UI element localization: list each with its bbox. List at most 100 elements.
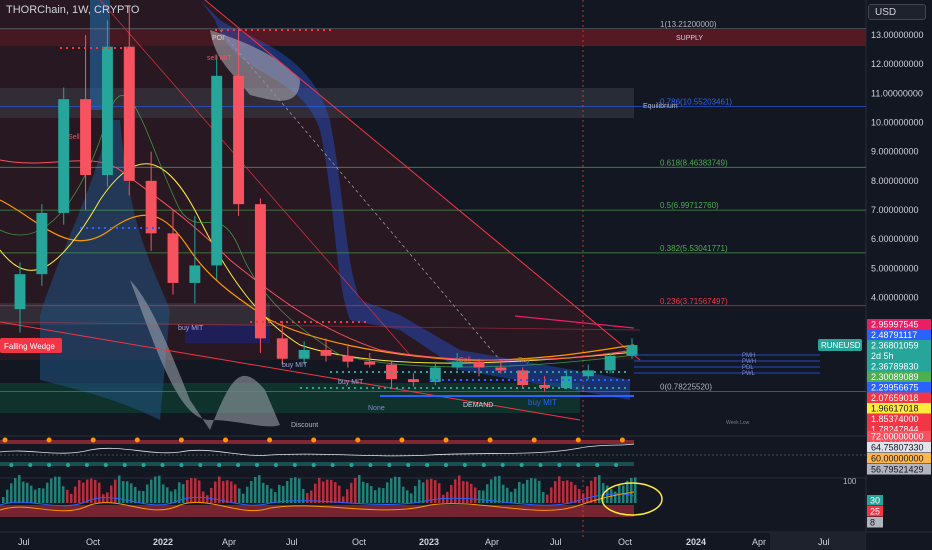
fib-level-label: 1(13.21200000) bbox=[660, 20, 717, 29]
histogram-bar bbox=[282, 485, 285, 503]
buy-mit-label: buy MIT bbox=[528, 398, 557, 407]
pane1-dot-green bbox=[28, 463, 33, 467]
candle-body bbox=[626, 345, 638, 356]
histogram-bar bbox=[414, 486, 417, 503]
histogram-bar bbox=[130, 483, 133, 503]
pane1-dot-green bbox=[519, 463, 524, 467]
pane1-dot-orange bbox=[531, 437, 537, 443]
pane1-dot-green bbox=[330, 463, 335, 467]
histogram-bar bbox=[82, 482, 85, 503]
price-badge-label: 2.36789830 bbox=[871, 362, 919, 372]
histogram-bar bbox=[534, 478, 537, 503]
histogram-bar bbox=[154, 476, 157, 503]
indicator-badge-label: 72.00000000 bbox=[871, 432, 924, 442]
histogram-bar bbox=[138, 490, 141, 503]
histogram-bar bbox=[590, 480, 593, 503]
pane1-dot-green bbox=[141, 463, 146, 467]
histogram-bar bbox=[174, 489, 177, 503]
candle-body bbox=[123, 46, 135, 181]
histogram-bar bbox=[450, 484, 453, 503]
histogram-bar bbox=[506, 487, 509, 503]
price-tick-label: 4.00000000 bbox=[871, 293, 919, 303]
trading-chart[interactable]: 1(13.21200000)0.786(10.55203461)0.618(8.… bbox=[0, 0, 932, 550]
histogram-bar bbox=[558, 476, 561, 503]
pane1-dot-green bbox=[500, 463, 505, 467]
price-tick-label: 11.00000000 bbox=[871, 88, 923, 98]
demand-label: DEMAND bbox=[463, 402, 493, 409]
histogram-bar bbox=[70, 493, 73, 503]
currency-button[interactable]: USD bbox=[868, 4, 926, 20]
candle-body bbox=[167, 233, 179, 283]
pane1-dot-orange bbox=[575, 437, 581, 443]
histogram-bar bbox=[570, 481, 573, 503]
candle-body bbox=[604, 355, 616, 371]
histogram-bar bbox=[458, 475, 461, 503]
symbol-badge-label: RUNEUSD bbox=[821, 341, 861, 350]
histogram-bar bbox=[346, 489, 349, 503]
pane1-dot-green bbox=[179, 463, 184, 467]
candle-body bbox=[80, 99, 92, 175]
pane1-dot-orange bbox=[267, 437, 273, 443]
histogram-bar bbox=[438, 483, 441, 503]
histogram-bar bbox=[426, 479, 429, 503]
time-tick-label: 2023 bbox=[419, 537, 439, 547]
histogram-bar bbox=[250, 480, 253, 503]
price-tick-label: 8.00000000 bbox=[871, 176, 919, 186]
price-badge-label: 1.96617018 bbox=[871, 404, 919, 414]
histogram-bar bbox=[594, 476, 597, 503]
histogram-bar bbox=[58, 476, 61, 503]
pane1-dot-green bbox=[122, 463, 127, 467]
time-tick-label: Jul bbox=[818, 537, 830, 547]
histogram-bar bbox=[38, 488, 41, 503]
histogram-bar bbox=[206, 495, 209, 503]
histogram-bar bbox=[142, 491, 145, 503]
pane1-dot-green bbox=[425, 463, 430, 467]
pane1-dot-green bbox=[292, 463, 297, 467]
fib-level-label: 0.236(3.71567497) bbox=[660, 297, 728, 306]
histogram-bar bbox=[354, 477, 357, 503]
pane1-dot-green bbox=[368, 463, 373, 467]
pane1-dot-orange bbox=[311, 437, 317, 443]
price-badge-label: 2.48791117 bbox=[871, 330, 917, 340]
histogram-bar bbox=[62, 486, 65, 503]
histogram-bar bbox=[242, 493, 245, 503]
histogram-bar bbox=[162, 484, 165, 503]
pane1-dot-orange bbox=[399, 437, 405, 443]
price-tick-label: 7.00000000 bbox=[871, 205, 919, 215]
candle-body bbox=[233, 75, 245, 205]
histogram-bar bbox=[218, 476, 221, 503]
histogram-bar bbox=[34, 489, 37, 503]
price-tick-label: 13.00000000 bbox=[871, 30, 924, 40]
histogram-bar bbox=[78, 480, 81, 503]
pane2-tick-100: 100 bbox=[843, 477, 857, 486]
candle-body bbox=[145, 180, 157, 234]
candle-body bbox=[36, 212, 48, 275]
histogram-bar bbox=[166, 487, 169, 503]
histogram-bar bbox=[14, 478, 17, 503]
histogram-bar bbox=[270, 488, 273, 503]
histogram-bar bbox=[66, 489, 69, 503]
histogram-bar bbox=[586, 486, 589, 503]
candle-body bbox=[58, 99, 70, 213]
histogram-bar bbox=[510, 491, 513, 503]
pane1-dot-green bbox=[444, 463, 448, 467]
pane1-dot-orange bbox=[2, 437, 8, 443]
pane1-dot-green bbox=[103, 463, 108, 467]
histogram-bar bbox=[522, 483, 525, 503]
histogram-bar bbox=[454, 479, 457, 503]
buy-mit-label-4: buy MIT bbox=[338, 379, 364, 386]
histogram-bar bbox=[150, 479, 153, 503]
indicator-badge-label: 30 bbox=[870, 496, 880, 506]
histogram-bar bbox=[182, 484, 185, 503]
discount-label: Discount bbox=[291, 422, 318, 429]
indicator-badge-label: 60.00000000 bbox=[871, 454, 924, 464]
price-badge-label: 2d 5h bbox=[871, 351, 894, 361]
pane1-dot-green bbox=[217, 463, 222, 467]
histogram-bar bbox=[394, 476, 397, 503]
candle-body bbox=[276, 338, 288, 359]
histogram-bar bbox=[258, 475, 261, 503]
histogram-bar bbox=[254, 477, 257, 503]
histogram-bar bbox=[274, 492, 277, 503]
histogram-bar bbox=[630, 478, 633, 503]
pane1-dot-orange bbox=[355, 437, 361, 443]
